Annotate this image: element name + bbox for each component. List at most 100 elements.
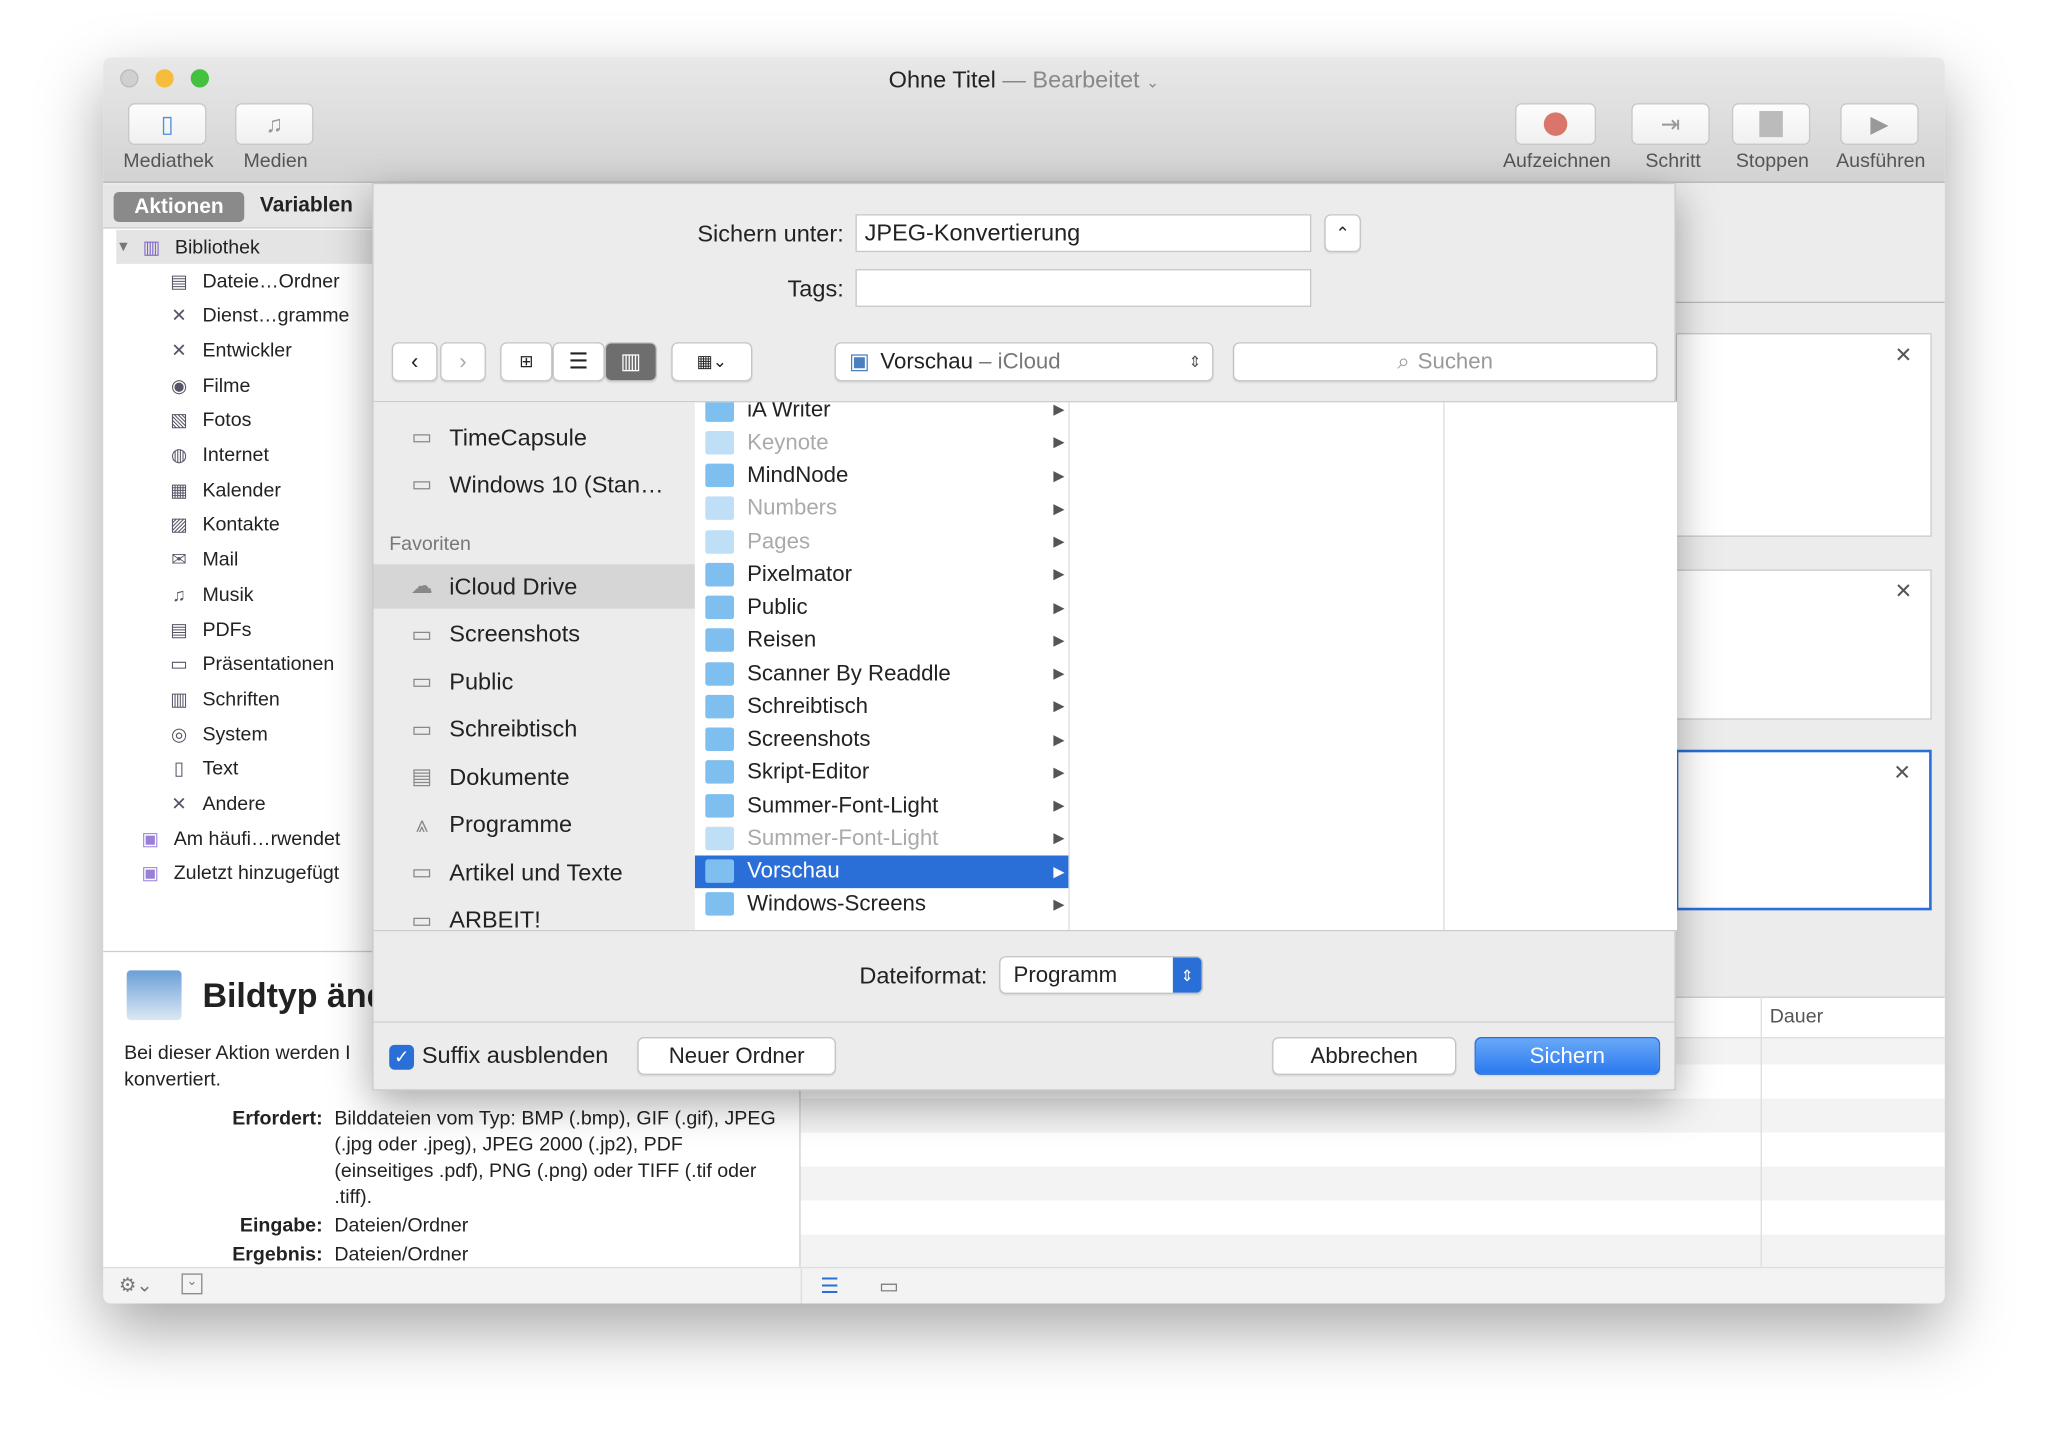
column-item[interactable]: Public ▶: [695, 591, 1069, 624]
library-item[interactable]: ▨ Kontakte: [166, 508, 280, 542]
category-icon: ▭: [170, 653, 188, 675]
library-item[interactable]: ✕ Dienst…gramme: [166, 299, 349, 333]
location-popup[interactable]: ▣ Vorschau – iCloud ⇕: [834, 342, 1214, 382]
icon-view-button[interactable]: ⊞: [500, 342, 553, 382]
library-item[interactable]: ▦ Kalender: [166, 473, 281, 507]
column-item[interactable]: iA Writer ▶: [695, 402, 1069, 426]
library-item[interactable]: ▤ PDFs: [166, 613, 251, 647]
column-item[interactable]: Keynote ▶: [695, 426, 1069, 459]
tab-variablen[interactable]: Variablen: [260, 195, 353, 219]
expand-dialog-button[interactable]: ⌃: [1324, 214, 1361, 253]
column-item-label: Skript-Editor: [747, 759, 870, 784]
close-icon[interactable]: ✕: [1895, 579, 1913, 605]
tab-aktionen[interactable]: Aktionen: [113, 191, 245, 223]
library-item[interactable]: ✕ Entwickler: [166, 334, 291, 368]
column-item[interactable]: MindNode ▶: [695, 459, 1069, 492]
stop-icon[interactable]: [1731, 103, 1811, 145]
workflow-action[interactable]: ✕: [1675, 333, 1932, 537]
sidebar-icon[interactable]: ▯: [127, 103, 207, 145]
column-item[interactable]: Summer-Font-Light ▶: [695, 822, 1069, 855]
library-item[interactable]: ◎ System: [166, 717, 268, 751]
column-item[interactable]: Scanner By Readdle ▶: [695, 657, 1069, 690]
column-header-duration[interactable]: Dauer: [1770, 1006, 1823, 1028]
record-icon[interactable]: [1515, 103, 1597, 145]
library-item[interactable]: ▥ Schriften: [166, 682, 279, 716]
library-item[interactable]: ✉ Mail: [166, 543, 238, 577]
media-icon[interactable]: ♫: [235, 103, 314, 145]
search-field[interactable]: ⌕ Suchen: [1232, 342, 1658, 382]
column-item[interactable]: Windows-Screens ▶: [695, 888, 1069, 921]
sidebar-favorite[interactable]: ▤ Dokumente: [374, 755, 695, 799]
disclosure-arrow-icon: ▶: [1053, 435, 1065, 451]
forward-button[interactable]: ›: [440, 342, 486, 382]
column-item[interactable]: Reisen ▶: [695, 624, 1069, 657]
column-item[interactable]: Skript-Editor ▶: [695, 756, 1069, 789]
column-item[interactable]: Screenshots ▶: [695, 723, 1069, 756]
column-item-label: Schreibtisch: [747, 693, 869, 719]
library-item-label: Dateie…Ordner: [202, 269, 340, 292]
hide-suffix-checkbox[interactable]: ✓: [389, 1044, 415, 1070]
cancel-button[interactable]: Abbrechen: [1272, 1037, 1457, 1075]
step-icon[interactable]: ⇥: [1631, 103, 1710, 145]
chevron-down-icon[interactable]: ⌄: [1146, 73, 1159, 91]
sidebar-favorite[interactable]: ▭ Artikel und Texte: [374, 850, 695, 894]
hide-suffix-label[interactable]: Suffix ausblenden: [422, 1042, 608, 1069]
sidebar-device[interactable]: ▭ TimeCapsule: [374, 415, 695, 459]
column-item[interactable]: Summer-Font-Light ▶: [695, 789, 1069, 822]
search-icon: ⌕: [1397, 348, 1410, 374]
library-item[interactable]: ◍ Internet: [166, 438, 269, 472]
toolbar-label: Medien: [243, 150, 308, 173]
show-description-icon[interactable]: ⌄: [181, 1273, 203, 1295]
sidebar-favorite[interactable]: ▭ ARBEIT!: [374, 898, 695, 930]
sidebar-favorite[interactable]: ▭ Schreibtisch: [374, 707, 695, 751]
smart-group[interactable]: ▣ Am häufi…rwendet: [137, 822, 341, 856]
variables-view-icon[interactable]: ▭: [879, 1273, 899, 1299]
folder-icon: [705, 496, 735, 521]
library-item[interactable]: ▯ Text: [166, 752, 238, 786]
sidebar-device-label: TimeCapsule: [449, 423, 587, 450]
tags-input[interactable]: [855, 269, 1312, 307]
column-item[interactable]: Pages ▶: [695, 525, 1069, 558]
library-item[interactable]: ▤ Dateie…Ordner: [166, 264, 340, 298]
toolbar-label: Aufzeichnen: [1502, 150, 1611, 173]
sidebar-favorite[interactable]: ▭ Screenshots: [374, 612, 695, 656]
column-item[interactable]: Pixelmator ▶: [695, 558, 1069, 591]
new-folder-button[interactable]: Neuer Ordner: [637, 1037, 836, 1075]
save-button[interactable]: Sichern: [1474, 1037, 1661, 1075]
drive-icon: ▭: [411, 424, 433, 450]
format-popup[interactable]: Programm ⇕: [999, 956, 1203, 994]
sidebar-favorite[interactable]: ☁ iCloud Drive: [373, 564, 695, 609]
back-button[interactable]: ‹: [391, 342, 438, 382]
log-view-icon[interactable]: ☰: [820, 1273, 839, 1299]
close-icon[interactable]: ✕: [1893, 760, 1911, 786]
disclosure-arrow-icon: ▶: [1053, 863, 1065, 880]
sidebar-favorite[interactable]: ⩓ Programme: [374, 803, 695, 847]
workflow-action[interactable]: ✕: [1675, 569, 1932, 720]
category-icon: ▨: [170, 513, 188, 535]
sidebar-favorite[interactable]: ▭ Public: [374, 660, 695, 704]
save-as-input[interactable]: JPEG-Konvertierung: [855, 214, 1312, 253]
library-item[interactable]: ◉ Filme: [166, 368, 250, 402]
library-item[interactable]: ♫ Musik: [166, 578, 254, 612]
library-item[interactable]: ▭ Präsentationen: [166, 647, 334, 681]
grid-icon: ⊞: [519, 351, 534, 371]
title-status[interactable]: Bearbeitet: [1032, 67, 1139, 93]
disclosure-triangle-icon[interactable]: ▼: [116, 239, 130, 255]
gear-icon[interactable]: ⚙⌄: [119, 1273, 153, 1297]
group-button[interactable]: ▦⌄: [671, 342, 753, 382]
disclosure-arrow-icon: ▶: [1053, 468, 1065, 484]
sidebar-device[interactable]: ▭ Windows 10 (Stan…: [374, 462, 695, 506]
column-item[interactable]: Vorschau ▶: [694, 854, 1069, 888]
close-icon[interactable]: ✕: [1895, 342, 1913, 368]
library-root[interactable]: ▼ ▥ Bibliothek: [116, 229, 373, 264]
column-item[interactable]: Schreibtisch ▶: [695, 690, 1069, 723]
library-item[interactable]: ✕ Andere: [166, 787, 265, 821]
folder-icon: [705, 892, 735, 916]
library-item[interactable]: ▧ Fotos: [166, 403, 251, 437]
workflow-action-selected[interactable]: ✕: [1675, 749, 1932, 911]
list-view-button[interactable]: ☰: [552, 342, 605, 382]
smart-group[interactable]: ▣ Zuletzt hinzugefügt: [137, 856, 340, 890]
play-icon[interactable]: ▶: [1840, 103, 1919, 145]
column-view-button[interactable]: ▥: [604, 342, 657, 382]
column-item[interactable]: Numbers ▶: [695, 492, 1069, 525]
